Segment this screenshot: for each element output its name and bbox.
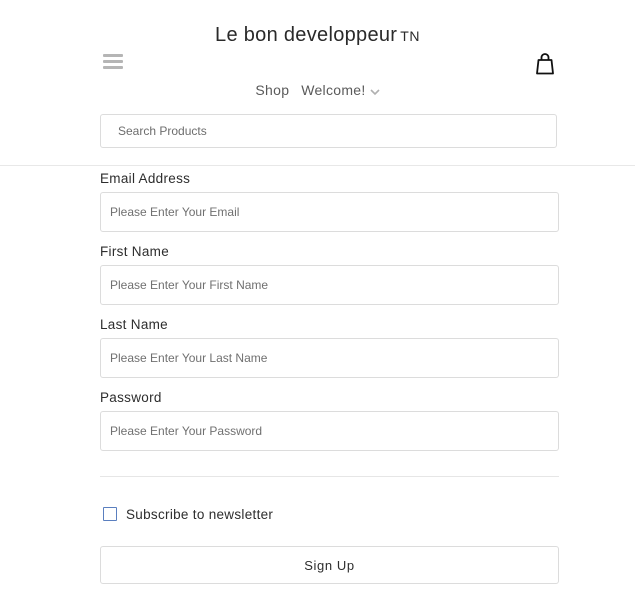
main-nav: Shop Welcome! <box>0 82 635 99</box>
form-divider <box>100 476 559 477</box>
newsletter-label: Subscribe to newsletter <box>126 506 274 522</box>
signup-form: Email Address First Name Last Name Passw… <box>100 170 559 462</box>
site-header: Le bon developpeur TN Shop Welcome! <box>0 0 635 165</box>
last-name-label: Last Name <box>100 317 168 332</box>
shopping-bag-icon[interactable] <box>536 53 554 75</box>
chevron-down-icon <box>370 83 380 99</box>
hamburger-menu-icon[interactable] <box>103 54 123 72</box>
header-divider <box>0 165 635 166</box>
nav-shop-link[interactable]: Shop <box>255 82 289 98</box>
first-name-label: First Name <box>100 244 170 259</box>
last-name-field[interactable] <box>100 338 559 378</box>
newsletter-option[interactable]: Subscribe to newsletter <box>103 505 273 523</box>
password-field[interactable] <box>100 411 559 451</box>
first-name-field[interactable] <box>100 265 559 305</box>
sign-up-button[interactable]: Sign Up <box>100 546 559 584</box>
email-field[interactable] <box>100 192 559 232</box>
brand-logo[interactable]: Le bon developpeur TN <box>0 24 635 47</box>
brand-suffix: TN <box>400 28 420 44</box>
nav-welcome-label: Welcome! <box>301 82 366 98</box>
email-label: Email Address <box>100 171 191 186</box>
newsletter-checkbox[interactable] <box>103 507 117 521</box>
password-label: Password <box>100 390 162 405</box>
nav-welcome-dropdown[interactable]: Welcome! <box>301 82 380 99</box>
search-input[interactable] <box>100 114 557 148</box>
brand-name: Le bon developpeur <box>215 24 398 46</box>
